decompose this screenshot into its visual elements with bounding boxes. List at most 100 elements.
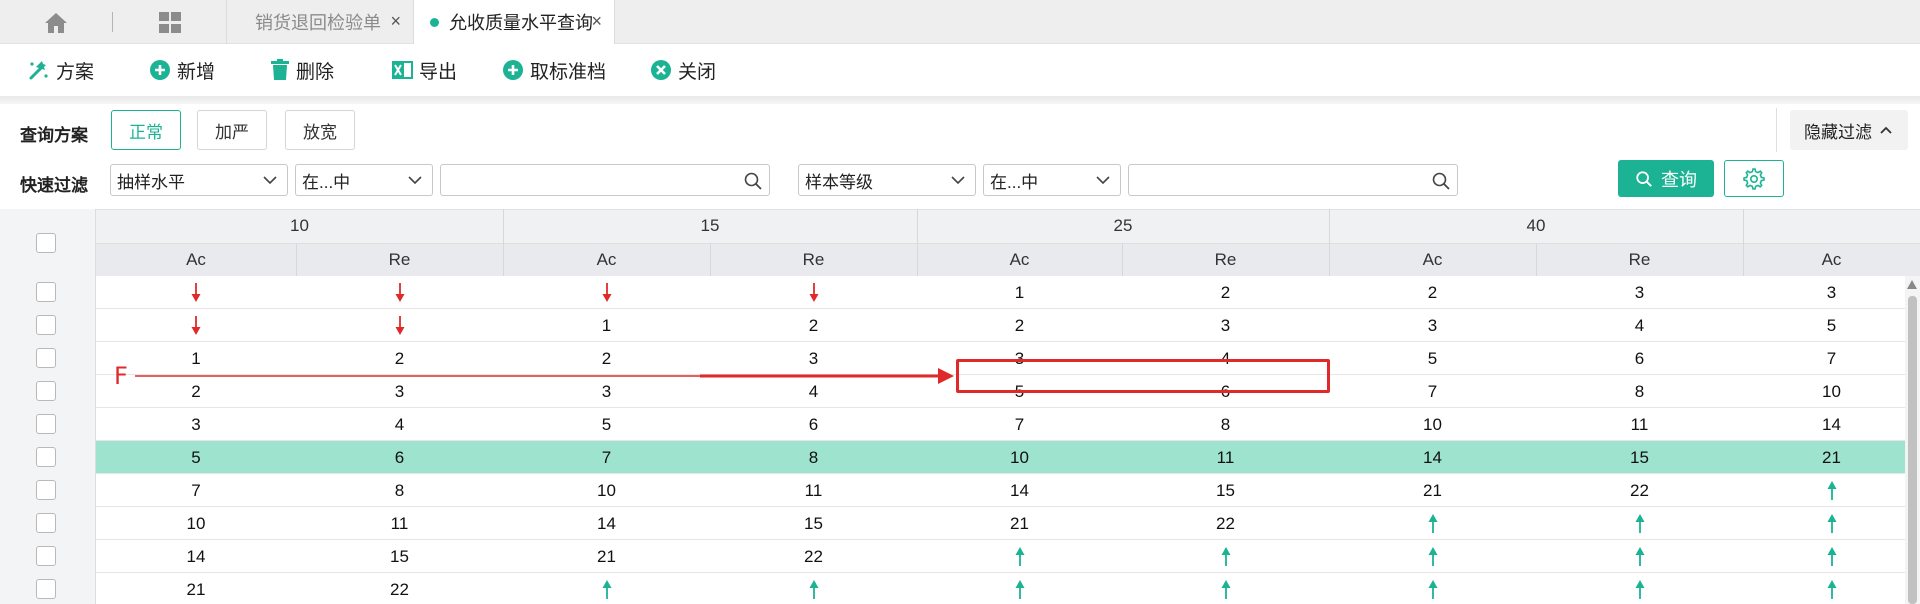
table-cell[interactable]: 2 (917, 309, 1122, 342)
table-cell[interactable]: 7 (96, 474, 296, 507)
home-icon[interactable] (38, 10, 74, 36)
arrow-down-icon[interactable] (96, 309, 296, 342)
table-cell[interactable]: 22 (710, 540, 917, 573)
row-checkbox[interactable] (36, 480, 56, 500)
arrow-up-icon[interactable] (1536, 540, 1743, 573)
scheme-button[interactable]: 方案 (28, 56, 94, 84)
export-button[interactable]: 导出 (391, 56, 457, 84)
table-cell[interactable]: 10 (1329, 408, 1536, 441)
table-cell[interactable]: 10 (917, 441, 1122, 474)
table-cell[interactable]: 5 (1743, 309, 1920, 342)
table-cell[interactable]: 3 (503, 375, 710, 408)
arrow-up-icon[interactable] (1743, 573, 1920, 604)
row-checkbox[interactable] (36, 348, 56, 368)
row-checkbox[interactable] (36, 579, 56, 599)
table-cell[interactable]: 8 (1122, 408, 1329, 441)
table-cell[interactable]: 2 (296, 342, 503, 375)
table-cell[interactable]: 7 (503, 441, 710, 474)
tab-aql-query[interactable]: 允收质量水平查询 × (413, 0, 615, 44)
field-select-sampling-level[interactable]: 抽样水平 (110, 164, 288, 196)
arrow-up-icon[interactable] (710, 573, 917, 604)
scheme-tightened-button[interactable]: 加严 (197, 110, 267, 150)
table-cell[interactable]: 21 (917, 507, 1122, 540)
table-row[interactable]: 12233 (0, 276, 1920, 309)
table-cell[interactable]: 3 (1329, 309, 1536, 342)
operator-select-2[interactable]: 在...中 (983, 164, 1121, 196)
arrow-down-icon[interactable] (296, 276, 503, 309)
cancel-standard-button[interactable]: 取标准档 (502, 56, 606, 84)
table-cell[interactable]: 8 (1536, 375, 1743, 408)
arrow-up-icon[interactable] (1536, 573, 1743, 604)
table-cell[interactable]: 22 (1536, 474, 1743, 507)
table-cell[interactable]: 5 (503, 408, 710, 441)
delete-button[interactable]: 删除 (270, 56, 334, 84)
table-cell[interactable]: 3 (710, 342, 917, 375)
table-cell[interactable]: 5 (96, 441, 296, 474)
table-row[interactable]: 5 6 7 8 10 11 14 15 21 (0, 441, 1920, 474)
table-row[interactable]: 14 15 21 22 (0, 540, 1920, 573)
column-header[interactable]: Ac (503, 243, 710, 276)
column-header[interactable]: Ac (1743, 243, 1920, 276)
arrow-up-icon[interactable] (917, 573, 1122, 604)
table-cell[interactable]: 3 (96, 408, 296, 441)
table-cell[interactable]: 3 (296, 375, 503, 408)
arrow-up-icon[interactable] (503, 573, 710, 604)
column-header[interactable]: Re (1122, 243, 1329, 276)
table-cell[interactable]: 14 (1743, 408, 1920, 441)
table-cell[interactable]: 1 (917, 276, 1122, 309)
table-cell[interactable]: 15 (296, 540, 503, 573)
table-cell[interactable]: 14 (1329, 441, 1536, 474)
table-cell[interactable]: 10 (503, 474, 710, 507)
table-cell[interactable]: 7 (917, 408, 1122, 441)
table-cell[interactable]: 7 (1743, 342, 1920, 375)
arrow-down-icon[interactable] (710, 276, 917, 309)
table-cell[interactable]: 3 (1743, 276, 1920, 309)
row-checkbox[interactable] (36, 315, 56, 335)
table-cell[interactable]: 2 (503, 342, 710, 375)
table-cell[interactable]: 14 (503, 507, 710, 540)
search-icon[interactable] (743, 171, 763, 191)
column-header[interactable]: Re (296, 243, 503, 276)
scheme-normal-button[interactable]: 正常 (111, 110, 181, 150)
arrow-up-icon[interactable] (1743, 474, 1920, 507)
field-select-sample-grade[interactable]: 样本等级 (798, 164, 976, 196)
table-cell[interactable]: 2 (1122, 276, 1329, 309)
table-cell[interactable]: 22 (296, 573, 503, 604)
arrow-up-icon[interactable] (1329, 540, 1536, 573)
table-cell[interactable]: 11 (1122, 441, 1329, 474)
filter-value-input-2[interactable] (1128, 164, 1458, 196)
row-checkbox[interactable] (36, 546, 56, 566)
column-header[interactable]: Ac (917, 243, 1122, 276)
arrow-up-icon[interactable] (917, 540, 1122, 573)
column-header[interactable]: Ac (1329, 243, 1536, 276)
row-checkbox[interactable] (36, 381, 56, 401)
row-checkbox[interactable] (36, 414, 56, 434)
arrow-up-icon[interactable] (1536, 507, 1743, 540)
table-cell[interactable]: 8 (710, 441, 917, 474)
query-button[interactable]: 查询 (1618, 160, 1714, 197)
scrollbar-thumb[interactable] (1908, 296, 1917, 604)
search-icon[interactable] (1431, 171, 1451, 191)
apps-grid-icon[interactable] (152, 10, 188, 36)
arrow-down-icon[interactable] (296, 309, 503, 342)
table-cell[interactable]: 6 (1536, 342, 1743, 375)
table-cell[interactable]: 11 (296, 507, 503, 540)
table-cell[interactable]: 21 (1743, 441, 1920, 474)
arrow-up-icon[interactable] (1329, 507, 1536, 540)
table-cell[interactable]: 7 (1329, 375, 1536, 408)
hide-filter-button[interactable]: 隐藏过滤 (1790, 110, 1908, 150)
table-cell[interactable]: 2 (1329, 276, 1536, 309)
table-cell[interactable]: 8 (296, 474, 503, 507)
settings-button[interactable] (1724, 160, 1784, 197)
arrow-up-icon[interactable] (1122, 540, 1329, 573)
table-cell[interactable]: 10 (96, 507, 296, 540)
table-cell[interactable]: 10 (1743, 375, 1920, 408)
arrow-up-icon[interactable] (1329, 573, 1536, 604)
table-cell[interactable]: 4 (710, 375, 917, 408)
scroll-up-icon[interactable] (1907, 280, 1917, 289)
table-cell[interactable]: 14 (917, 474, 1122, 507)
table-cell[interactable]: 15 (710, 507, 917, 540)
row-checkbox[interactable] (36, 282, 56, 302)
filter-value-input-1[interactable] (440, 164, 770, 196)
table-cell[interactable]: 22 (1122, 507, 1329, 540)
